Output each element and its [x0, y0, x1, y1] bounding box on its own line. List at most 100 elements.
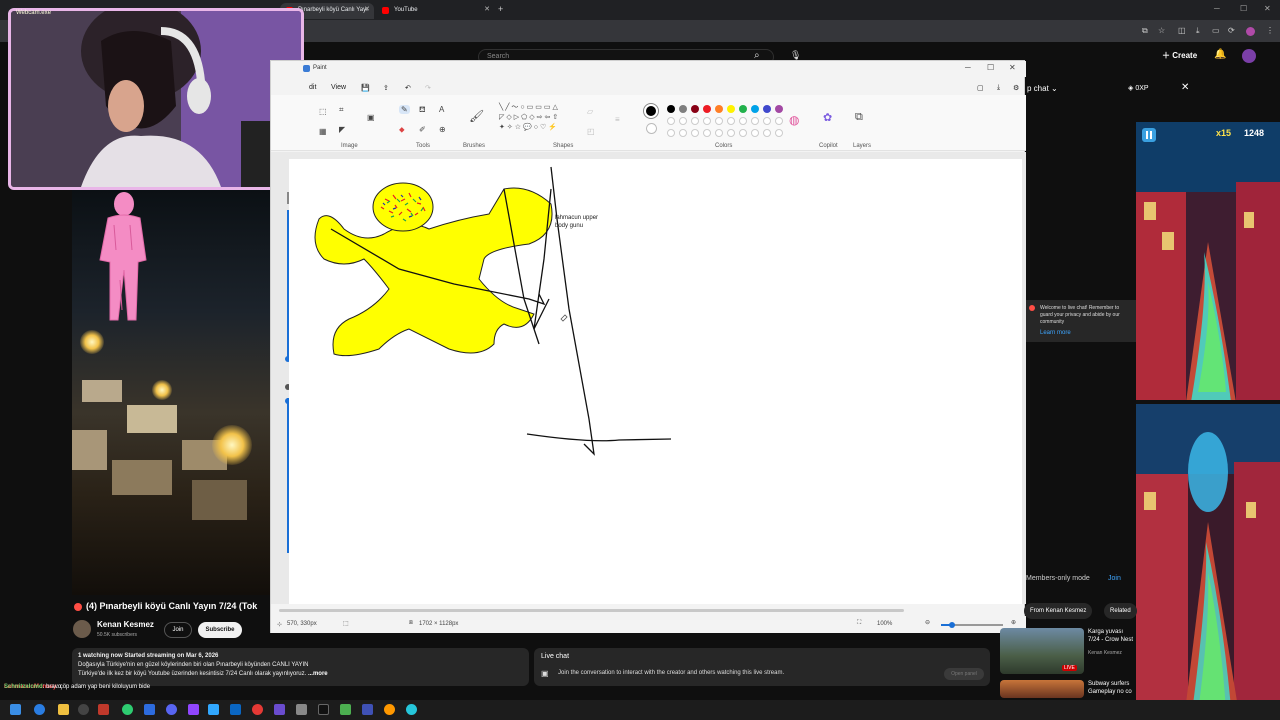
- minimize-icon[interactable]: ─: [1214, 4, 1220, 13]
- text-icon[interactable]: A: [439, 105, 444, 114]
- app-icon[interactable]: [318, 704, 329, 715]
- resize-icon[interactable]: ▦: [319, 127, 327, 136]
- custom-color-swatch[interactable]: [703, 129, 711, 137]
- spotify-icon[interactable]: [122, 704, 133, 715]
- image-remove-bg-icon[interactable]: ▣: [367, 113, 375, 122]
- edge-icon[interactable]: [34, 704, 45, 715]
- zoom-in-icon[interactable]: ⊕: [1011, 619, 1016, 626]
- maximize-icon[interactable]: ☐: [1240, 4, 1247, 13]
- app-icon[interactable]: [230, 704, 241, 715]
- edit-colors-icon[interactable]: ◍: [789, 113, 799, 127]
- obs-icon[interactable]: [78, 704, 89, 715]
- learn-more-link[interactable]: Learn more: [1040, 330, 1130, 337]
- app-icon[interactable]: [362, 704, 373, 715]
- close-icon[interactable]: ✕: [364, 3, 370, 17]
- copilot-icon[interactable]: ✿: [823, 111, 832, 124]
- custom-color-swatch[interactable]: [727, 129, 735, 137]
- undo-icon[interactable]: ↶: [405, 84, 411, 92]
- notifications-bell-icon[interactable]: 🔔: [1214, 49, 1226, 60]
- color-swatch[interactable]: [667, 117, 675, 125]
- custom-color-swatch[interactable]: [739, 129, 747, 137]
- color-swatch[interactable]: [751, 105, 759, 113]
- app-icon[interactable]: [274, 704, 285, 715]
- browser-menu-icon[interactable]: ⋮: [1266, 26, 1274, 35]
- primary-color-swatch[interactable]: [644, 104, 658, 118]
- custom-color-swatch[interactable]: [679, 129, 687, 137]
- photoshop-icon[interactable]: [208, 704, 219, 715]
- pencil-icon[interactable]: ✎: [399, 105, 410, 114]
- color-swatch[interactable]: [691, 117, 699, 125]
- minimize-icon[interactable]: ─: [965, 63, 971, 72]
- app-icon[interactable]: [340, 704, 351, 715]
- drawing-canvas[interactable]: lahmacun upper body gunu: [289, 159, 1022, 604]
- maximize-icon[interactable]: ☐: [987, 63, 994, 72]
- close-icon[interactable]: ✕: [1181, 82, 1189, 93]
- sync-icon[interactable]: ⟳: [1228, 26, 1235, 35]
- close-window-icon[interactable]: ✕: [1264, 4, 1271, 13]
- layers-icon[interactable]: ⧉: [855, 111, 863, 124]
- recommendation-thumbnail[interactable]: [1000, 680, 1084, 698]
- share-icon[interactable]: ⇪: [383, 84, 389, 92]
- menu-edit[interactable]: dit: [309, 84, 316, 91]
- opera-icon[interactable]: [252, 704, 263, 715]
- color-swatch[interactable]: [739, 117, 747, 125]
- color-swatch[interactable]: [691, 105, 699, 113]
- discord-icon[interactable]: [166, 704, 177, 715]
- color-swatch[interactable]: [715, 117, 723, 125]
- more-link[interactable]: ...more: [308, 671, 328, 677]
- extensions-icon[interactable]: ◫: [1178, 26, 1186, 35]
- color-swatch[interactable]: [751, 117, 759, 125]
- color-swatch[interactable]: [679, 117, 687, 125]
- tab-youtube[interactable]: YouTube ✕: [376, 3, 494, 19]
- members-join-link[interactable]: Join: [1108, 575, 1121, 582]
- custom-color-swatch[interactable]: [667, 129, 675, 137]
- color-swatch[interactable]: [727, 117, 735, 125]
- app-icon[interactable]: [296, 704, 307, 715]
- secondary-color-swatch[interactable]: [646, 123, 657, 134]
- fill-bucket-icon[interactable]: ⛾: [419, 105, 426, 115]
- color-swatch[interactable]: [667, 105, 675, 113]
- chip-related[interactable]: Related: [1104, 603, 1137, 619]
- color-swatch[interactable]: [679, 105, 687, 113]
- new-tab-button[interactable]: +: [498, 4, 503, 14]
- recommendation-title[interactable]: Karga yuvası 7/24 - Crow Nest: [1088, 628, 1136, 644]
- download-icon[interactable]: ⤓: [1196, 26, 1200, 36]
- zoom-out-icon[interactable]: ⊖: [925, 619, 930, 626]
- avatar[interactable]: [1242, 49, 1256, 63]
- user-icon[interactable]: ⤓: [997, 84, 1000, 92]
- rotate-icon[interactable]: ◤: [339, 125, 345, 134]
- recommendation-title[interactable]: Subway surfers Gameplay no co: [1088, 680, 1136, 696]
- color-picker-icon[interactable]: ✐: [419, 125, 426, 134]
- start-icon[interactable]: [10, 704, 21, 715]
- chat-header[interactable]: p chat ⌄: [1027, 84, 1058, 93]
- shape-size-icon[interactable]: ≡: [615, 115, 620, 124]
- chat-bubble-icon[interactable]: ▢: [977, 84, 984, 92]
- video-description[interactable]: 1 watching now Started streaming on Mar …: [72, 648, 529, 686]
- color-swatch[interactable]: [775, 105, 783, 113]
- horizontal-scrollbar[interactable]: [279, 609, 904, 612]
- join-button[interactable]: Join: [164, 622, 192, 638]
- color-swatch[interactable]: [763, 117, 771, 125]
- close-icon[interactable]: ✕: [1009, 63, 1016, 72]
- cast-icon[interactable]: ⧉: [1142, 26, 1148, 36]
- app-icon[interactable]: [406, 704, 417, 715]
- chip-from-channel[interactable]: From Kenan Kesmez: [1024, 603, 1093, 619]
- custom-color-swatch[interactable]: [751, 129, 759, 137]
- custom-color-swatch[interactable]: [715, 129, 723, 137]
- color-swatch[interactable]: [775, 117, 783, 125]
- brush-icon[interactable]: 🖌: [469, 109, 484, 123]
- outline-icon[interactable]: ▱: [587, 107, 593, 116]
- channel-avatar[interactable]: [73, 620, 91, 638]
- custom-color-swatch[interactable]: [763, 129, 771, 137]
- menu-view[interactable]: View: [331, 84, 346, 91]
- color-swatch[interactable]: [703, 105, 711, 113]
- save-icon[interactable]: 💾: [361, 84, 370, 92]
- select-icon[interactable]: ⬚: [319, 107, 327, 116]
- profile-avatar[interactable]: [1246, 27, 1255, 36]
- acrobat-icon[interactable]: [98, 704, 109, 715]
- redo-icon[interactable]: ↷: [425, 84, 431, 92]
- bookmark-star-icon[interactable]: ☆: [1158, 26, 1165, 35]
- eraser-icon[interactable]: ⬥: [399, 125, 405, 135]
- color-swatch[interactable]: [703, 117, 711, 125]
- channel-name[interactable]: Kenan Kesmez: [97, 620, 154, 629]
